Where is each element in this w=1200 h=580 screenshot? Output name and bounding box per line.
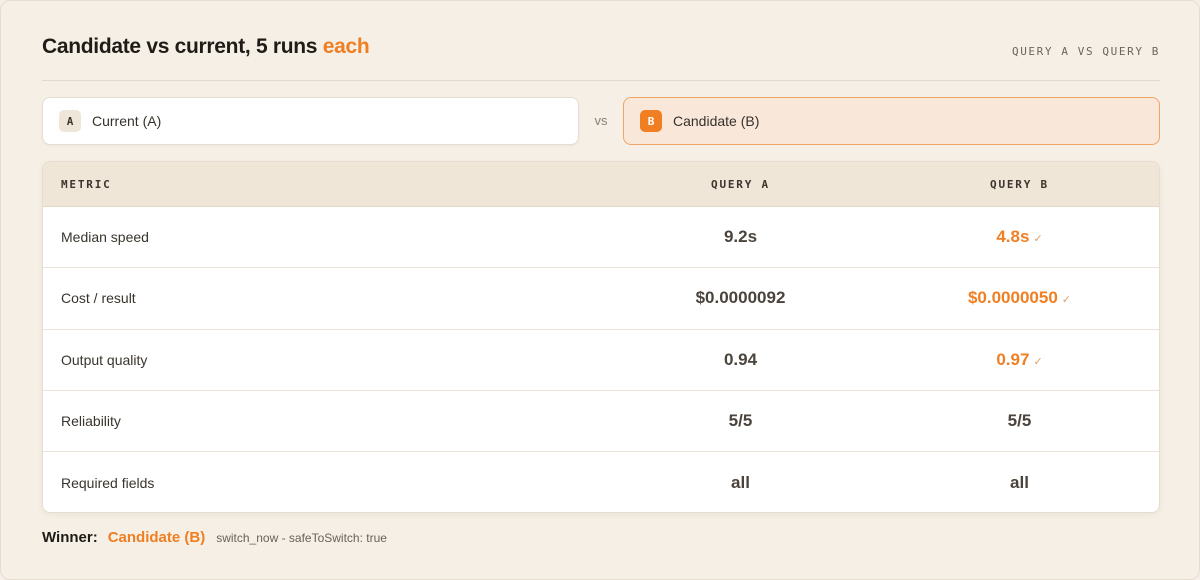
- table-row: Cost / result $0.0000092 $0.0000050 ✓: [43, 268, 1159, 330]
- title-main: Candidate vs current, 5 runs: [42, 35, 323, 58]
- winner-value: Candidate (B): [107, 529, 206, 546]
- query-a-value: 5/5: [728, 411, 753, 431]
- table-row: Required fields all all: [43, 452, 1159, 512]
- check-icon: ✓: [1033, 233, 1043, 246]
- query-a-value: 9.2s: [723, 227, 758, 247]
- metric-name: Required fields: [61, 474, 155, 491]
- candidate-query-selector[interactable]: B Candidate (B): [623, 97, 1160, 145]
- query-b-value: 0.97: [996, 349, 1030, 369]
- current-query-label: Current (A): [92, 113, 162, 129]
- column-header-query-a: QUERY A: [711, 177, 770, 191]
- query-a-value: $0.0000092: [695, 288, 786, 308]
- metric-name: Output quality: [61, 351, 148, 368]
- current-query-selector[interactable]: A Current (A): [42, 97, 579, 145]
- title-accent: each: [322, 35, 370, 58]
- column-header-metric: METRIC: [61, 177, 112, 191]
- comparison-panel: Candidate vs current, 5 runs each QUERY …: [0, 0, 1200, 580]
- metric-name: Median speed: [61, 229, 149, 246]
- table-row: Output quality 0.94 0.97 ✓: [43, 330, 1159, 391]
- page-title: Candidate vs current, 5 runs each: [42, 35, 370, 59]
- query-b-value: all: [1010, 472, 1029, 492]
- query-b-value: 4.8s: [996, 227, 1030, 247]
- comparison-subtitle: QUERY A VS QUERY B: [1011, 45, 1160, 58]
- query-b-value: $0.0000050: [967, 288, 1058, 308]
- metrics-table: METRIC QUERY A QUERY B Median speed 9.2s…: [42, 161, 1160, 513]
- query-b-badge: B: [640, 110, 662, 132]
- query-a-value: 0.94: [723, 349, 758, 369]
- query-a-badge: A: [59, 110, 81, 132]
- candidate-query-label: Candidate (B): [673, 113, 760, 129]
- check-icon: ✓: [1033, 355, 1043, 368]
- check-icon: ✓: [1061, 294, 1072, 307]
- column-header-query-b: QUERY B: [990, 177, 1049, 191]
- metric-name: Reliability: [61, 413, 121, 430]
- metric-name: Cost / result: [61, 290, 136, 307]
- panel-header: Candidate vs current, 5 runs each QUERY …: [42, 35, 1160, 81]
- winner-label: Winner:: [42, 529, 98, 546]
- vs-label: vs: [594, 113, 608, 128]
- winner-meta: switch_now - safeToSwitch: true: [216, 531, 387, 545]
- table-row: Reliability 5/5 5/5: [43, 391, 1159, 453]
- query-b-value: 5/5: [1007, 411, 1032, 431]
- table-header: METRIC QUERY A QUERY B: [43, 162, 1159, 207]
- query-a-value: all: [731, 472, 750, 492]
- table-row: Median speed 9.2s 4.8s ✓: [43, 207, 1159, 269]
- winner-summary: Winner: Candidate (B) switch_now - safeT…: [42, 529, 387, 546]
